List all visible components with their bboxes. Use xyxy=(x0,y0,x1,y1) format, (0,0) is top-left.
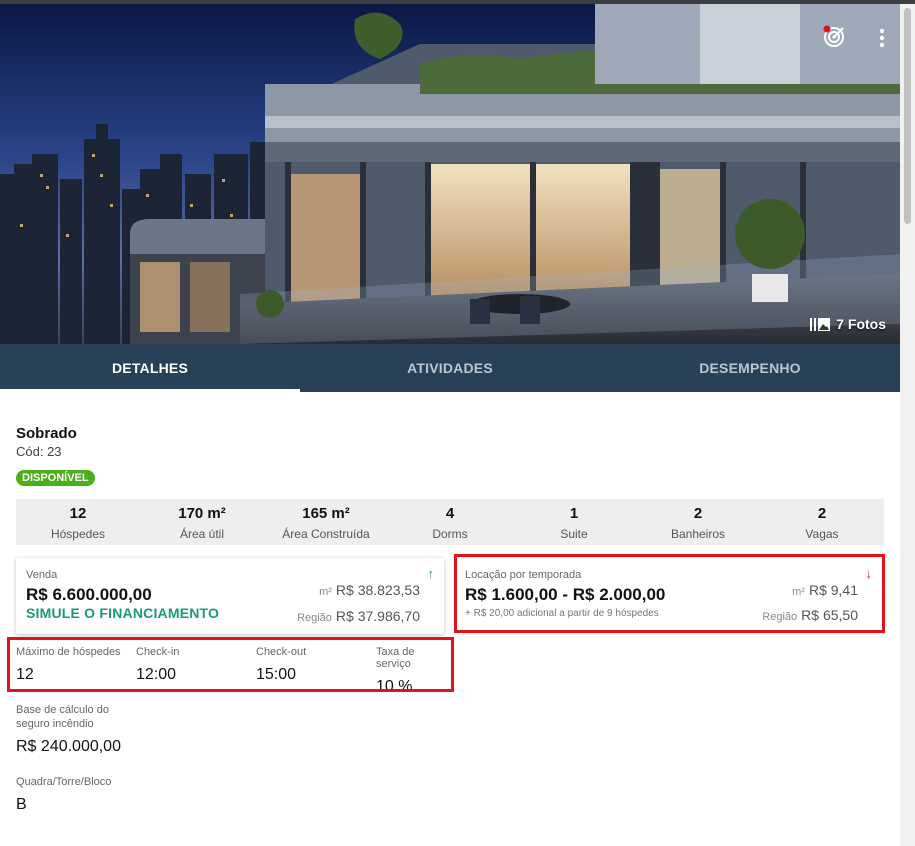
photo-count-button[interactable]: 7 Fotos xyxy=(810,316,886,332)
simulate-financing-link[interactable]: SIMULE O FINANCIAMENTO xyxy=(26,605,219,621)
status-badge: DISPONÍVEL xyxy=(16,470,95,486)
region-value: R$ 65,50 xyxy=(801,607,858,623)
stat-area-util: 170 m² Área útil xyxy=(140,499,264,545)
rule-label: Máximo de hóspedes xyxy=(16,646,121,658)
block-value: B xyxy=(16,796,27,813)
rent-price: R$ 1.600,00 - R$ 2.000,00 xyxy=(465,585,666,604)
stat-value: 2 xyxy=(693,505,703,522)
rent-m2-price: m² R$ 9,41 xyxy=(792,582,858,598)
tab-desempenho[interactable]: DESEMPENHO xyxy=(600,344,900,392)
stat-vagas: 2 Vagas xyxy=(760,499,884,545)
property-photo[interactable]: 7 Fotos xyxy=(0,4,900,344)
stat-label: Dorms xyxy=(432,527,468,541)
photos-icon xyxy=(810,317,831,331)
stat-label: Área Construída xyxy=(282,527,370,541)
stat-label: Banheiros xyxy=(670,527,726,541)
property-photo-illustration xyxy=(0,4,900,344)
arrow-up-icon: ↑ xyxy=(427,566,435,581)
photo-count-label: 7 Fotos xyxy=(836,316,886,332)
rule-label: Check-in xyxy=(136,646,180,658)
m2-value: R$ 38.823,53 xyxy=(335,582,420,598)
insurance-base-field: Base de cálculo do seguro incêndio R$ 24… xyxy=(16,703,136,756)
stat-banheiros: 2 Banheiros xyxy=(636,499,760,545)
stat-suite: 1 Suite xyxy=(512,499,636,545)
rule-max-guests: Máximo de hóspedes 12 xyxy=(16,646,121,684)
stat-label: Suite xyxy=(560,527,588,541)
rent-card: Locação por temporada R$ 1.600,00 - R$ 2… xyxy=(457,558,882,630)
rule-label: Check-out xyxy=(256,646,307,658)
scrollbar-thumb[interactable] xyxy=(904,8,911,224)
stat-value: 4 xyxy=(445,505,455,522)
stat-label: Área útil xyxy=(179,527,225,541)
tab-atividades[interactable]: ATIVIDADES xyxy=(300,344,600,392)
rule-check-in: Check-in 12:00 xyxy=(136,646,179,684)
stat-value: 165 m² xyxy=(302,505,350,522)
arrow-down-icon: ↓ xyxy=(865,566,873,581)
target-icon[interactable] xyxy=(820,22,848,50)
rule-value: 15:00 xyxy=(256,666,297,683)
rent-note: + R$ 20,00 adicional a partir de 9 hóspe… xyxy=(465,608,659,619)
rule-value: 12 xyxy=(16,666,34,683)
stay-rules: Máximo de hóspedes 12 Check-in 12:00 Che… xyxy=(16,646,446,695)
tab-bar: DETALHES ATIVIDADES DESEMPENHO xyxy=(0,344,900,392)
stat-label: Vagas xyxy=(805,527,839,541)
stat-hospedes: 12 Hóspedes xyxy=(16,499,140,545)
stat-label: Hóspedes xyxy=(50,527,106,541)
rule-label: Taxa de serviço xyxy=(376,646,415,670)
stat-dorms: 4 Dorms xyxy=(388,499,512,545)
rule-value: 10 % xyxy=(376,678,413,695)
insurance-label: Base de cálculo do seguro incêndio xyxy=(16,704,109,730)
page-scrollbar[interactable] xyxy=(900,4,915,846)
sale-card: Venda R$ 6.600.000,00 SIMULE O FINANCIAM… xyxy=(16,558,444,634)
insurance-value: R$ 240.000,00 xyxy=(16,738,121,755)
m2-value: R$ 9,41 xyxy=(808,582,858,598)
stat-value: 12 xyxy=(69,505,87,522)
more-vertical-icon[interactable] xyxy=(868,24,896,52)
sale-region-price: Região R$ 37.986,70 xyxy=(297,608,420,624)
rule-service-fee: Taxa de serviço 10 % xyxy=(376,646,446,696)
stat-area-construida: 165 m² Área Construída xyxy=(264,499,388,545)
rent-label: Locação por temporada xyxy=(465,569,582,581)
rule-check-out: Check-out 15:00 xyxy=(256,646,306,684)
region-key: Região xyxy=(762,611,798,623)
property-stats: 12 Hóspedes 170 m² Área útil 165 m² Área… xyxy=(16,499,884,545)
stat-value: 170 m² xyxy=(178,505,226,522)
block-field: Quadra/Torre/Bloco B xyxy=(16,775,111,814)
region-key: Região xyxy=(297,612,332,624)
sale-m2-price: m² R$ 38.823,53 xyxy=(319,582,420,598)
property-code: Cód: 23 xyxy=(16,444,62,459)
rule-value: 12:00 xyxy=(136,666,177,683)
sale-price: R$ 6.600.000,00 xyxy=(26,585,152,604)
region-value: R$ 37.986,70 xyxy=(335,608,420,624)
property-type: Sobrado xyxy=(16,425,77,442)
stat-value: 2 xyxy=(817,505,827,522)
stat-value: 1 xyxy=(569,505,579,522)
m2-key: m² xyxy=(319,586,332,598)
sale-label: Venda xyxy=(26,569,58,581)
rent-region-price: Região R$ 65,50 xyxy=(762,607,858,623)
m2-key: m² xyxy=(792,586,805,598)
block-label: Quadra/Torre/Bloco xyxy=(16,776,112,788)
tab-detalhes[interactable]: DETALHES xyxy=(0,344,300,392)
